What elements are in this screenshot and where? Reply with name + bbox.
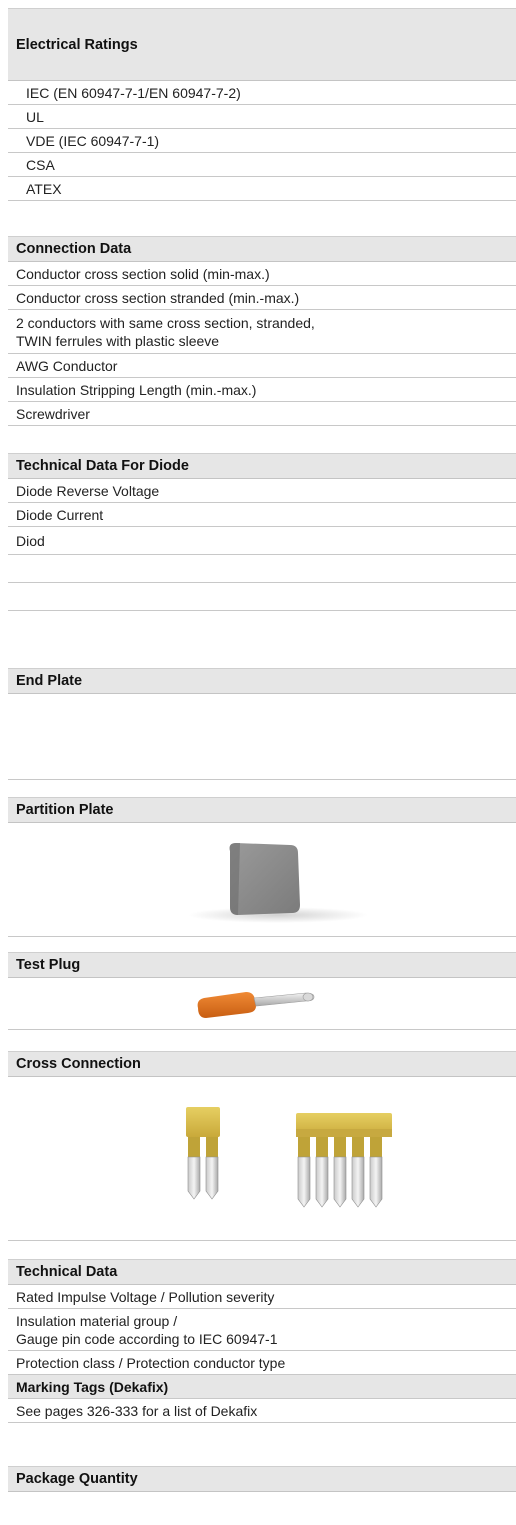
technical-data-title: Technical Data [16,1264,118,1280]
list-item: ATEX [8,177,516,201]
list-item: Screwdriver [8,402,516,426]
list-item [8,555,516,583]
end-plate-header: End Plate [8,668,516,694]
partition-plate-title: Partition Plate [16,802,114,818]
test-plug-image-area [8,978,516,1030]
list-item: 2 conductors with same cross section, st… [8,310,516,354]
technical-data-section: Technical Data Rated Impulse Voltage / P… [8,1259,516,1423]
package-quantity-title: Package Quantity [16,1471,138,1487]
partition-plate-image-area [8,823,516,937]
list-item: IEC (EN 60947-7-1/EN 60947-7-2) [8,81,516,105]
list-item: Insulation Stripping Length (min.-max.) [8,378,516,402]
cross-connection-title: Cross Connection [16,1056,141,1072]
partition-plate-header: Partition Plate [8,797,516,823]
marking-tags-header: Marking Tags (Dekafix) [8,1375,516,1399]
connection-data-section: Connection Data Conductor cross section … [8,236,516,426]
list-item: Diod [8,527,516,555]
test-plug-section: Test Plug [8,952,516,1030]
package-quantity-section: Package Quantity [8,1466,516,1492]
list-item: Conductor cross section stranded (min.-m… [8,286,516,310]
connection-data-title: Connection Data [16,241,132,257]
test-plug-header: Test Plug [8,952,516,978]
list-item: VDE (IEC 60947-7-1) [8,129,516,153]
datasheet: Electrical Ratings IEC (EN 60947-7-1/EN … [0,0,516,1525]
list-item: Protection class / Protection conductor … [8,1351,516,1375]
list-item: Diode Reverse Voltage [8,479,516,503]
diode-data-header: Technical Data For Diode [8,453,516,479]
list-item: Insulation material group / Gauge pin co… [8,1309,516,1351]
list-item: Rated Impulse Voltage / Pollution severi… [8,1285,516,1309]
electrical-ratings-section: Electrical Ratings IEC (EN 60947-7-1/EN … [8,8,516,201]
list-item: Conductor cross section solid (min-max.) [8,262,516,286]
diode-data-title: Technical Data For Diode [16,458,189,474]
cross-connection-section: Cross Connection [8,1051,516,1241]
marking-tags-note: See pages 326-333 for a list of Dekafix [8,1399,516,1423]
end-plate-image-area [8,694,516,780]
cross-connection-header: Cross Connection [8,1051,516,1077]
cross-connection-image-area [8,1077,516,1241]
end-plate-title: End Plate [16,673,83,689]
connection-data-header: Connection Data [8,236,516,262]
list-item: CSA [8,153,516,177]
cross-connection-image [186,1107,392,1208]
list-item [8,583,516,611]
partition-plate-image [188,843,368,923]
technical-data-header: Technical Data [8,1259,516,1285]
electrical-ratings-header: Electrical Ratings [8,8,516,81]
list-item: Diode Current [8,503,516,527]
list-item: UL [8,105,516,129]
test-plug-image [197,992,315,1018]
diode-data-section: Technical Data For Diode Diode Reverse V… [8,453,516,611]
test-plug-title: Test Plug [16,957,81,973]
package-quantity-header: Package Quantity [8,1466,516,1492]
electrical-ratings-title: Electrical Ratings [16,36,138,53]
partition-plate-section: Partition Plate [8,797,516,937]
list-item: AWG Conductor [8,354,516,378]
end-plate-section: End Plate [8,668,516,780]
